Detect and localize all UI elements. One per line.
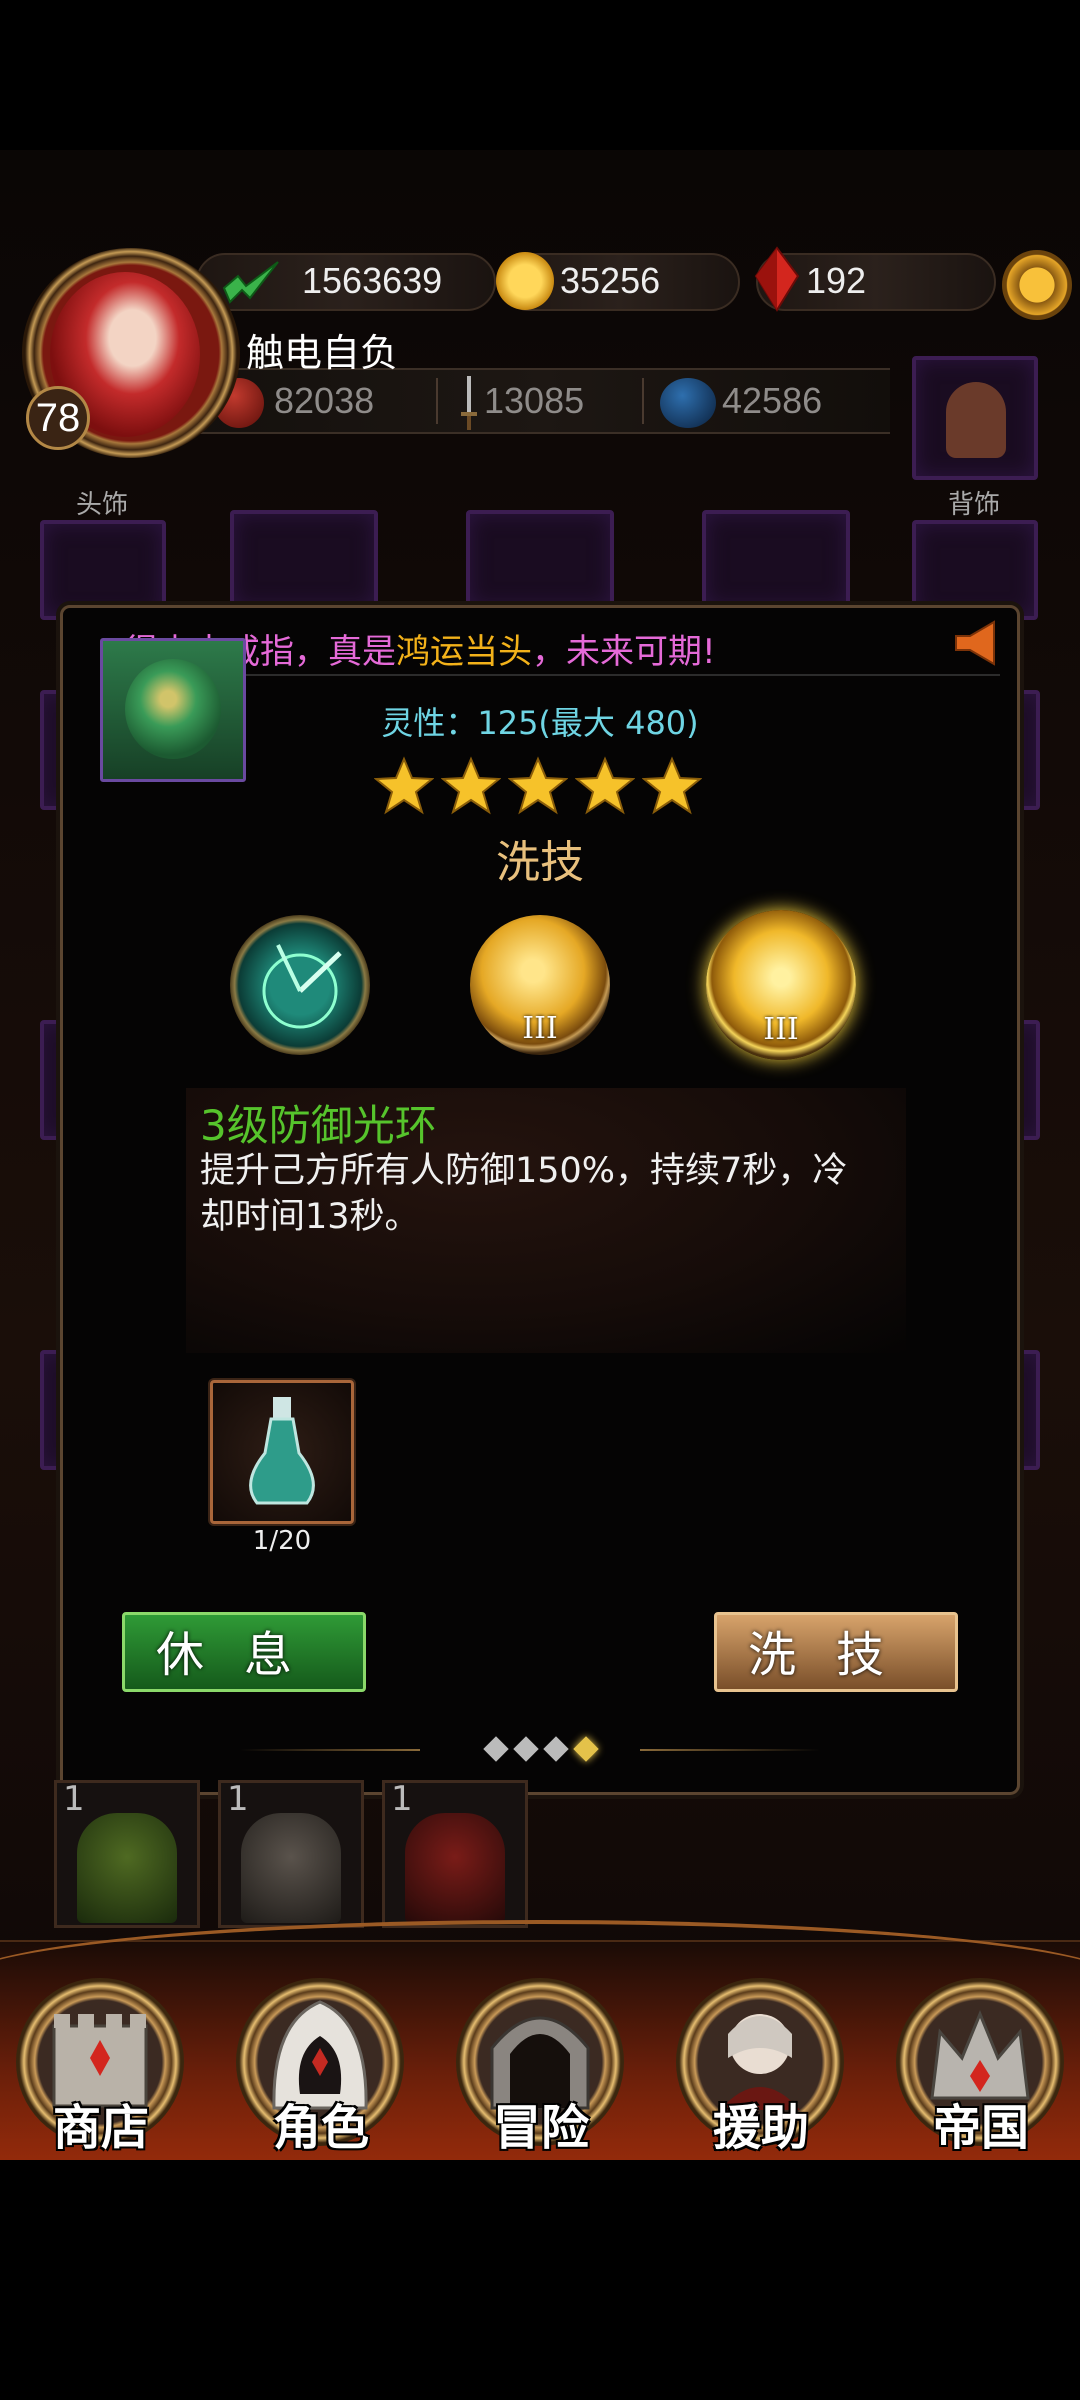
player-name: 触电自负: [246, 331, 399, 375]
ticker-text: ，未来可期!: [532, 632, 716, 672]
power-icon: [222, 261, 279, 304]
support-nav-label: 援助: [712, 2100, 809, 2156]
card-count: 1: [63, 1779, 85, 1819]
cloak-icon: [946, 382, 1006, 458]
hero-portrait: [77, 1813, 177, 1923]
radar-skill-glyph: [262, 944, 342, 1029]
stat-divider: [642, 378, 644, 424]
stat-divider: [436, 378, 438, 424]
mana-value: 42586: [722, 380, 823, 421]
skill-description: 提升己方所有人防御150%，持续7秒，冷却时间13秒。: [200, 1151, 848, 1237]
hero-portrait: [405, 1813, 505, 1923]
star-rating: [372, 756, 708, 820]
gem-value: 192: [806, 260, 867, 301]
equipment-slot[interactable]: [702, 510, 850, 610]
defense-aura-skill-icon[interactable]: III: [706, 910, 856, 1060]
power-value: 1563639: [302, 260, 443, 301]
hero-card[interactable]: 1: [218, 1779, 364, 1928]
radar-skill-icon[interactable]: [230, 915, 370, 1055]
page-dot[interactable]: [513, 1736, 539, 1762]
hero-card[interactable]: 1: [382, 1779, 528, 1928]
hero-card[interactable]: 1: [54, 1779, 200, 1928]
star-icon: [441, 756, 501, 815]
red-gem-icon: [754, 246, 800, 312]
potion-count: 1/20: [252, 1526, 312, 1556]
page-dot[interactable]: [543, 1736, 569, 1762]
card-count: 1: [391, 1779, 413, 1819]
settings-gear-icon[interactable]: [1002, 250, 1072, 320]
character-nav-label: 角色: [272, 2100, 369, 2156]
pager-line: [240, 1749, 420, 1751]
level-badge: 78: [26, 386, 90, 450]
star-icon: [575, 756, 635, 815]
gold-value: 35256: [560, 260, 661, 301]
star-icon: [374, 756, 434, 815]
spirit-text: 灵性：125(最大 480): [381, 704, 699, 742]
wash-skill-button[interactable]: 洗技: [714, 1612, 958, 1692]
sword-slash-skill-icon[interactable]: III: [470, 915, 610, 1055]
attack-value: 13085: [484, 380, 585, 421]
skill-level: III: [763, 1012, 799, 1047]
mana-icon: [660, 378, 716, 428]
equipment-slot[interactable]: [230, 510, 378, 610]
sword-icon: [461, 376, 477, 430]
speaker-icon[interactable]: [950, 618, 1004, 668]
equipment-slot[interactable]: [466, 510, 614, 610]
skill-level: III: [522, 1011, 558, 1046]
potion-slot[interactable]: [210, 1380, 354, 1524]
gold-coin-icon: [496, 252, 554, 310]
pager-line: [640, 1749, 820, 1751]
hero-portrait: [241, 1813, 341, 1923]
shop-nav-label: 商店: [52, 2100, 149, 2156]
section-title: 洗技: [496, 837, 584, 888]
potion-icon: [249, 1397, 315, 1505]
rest-button[interactable]: 休息: [122, 1612, 366, 1692]
star-icon: [642, 756, 702, 815]
game-screen: { "header": { "level": "78", "player_nam…: [0, 0, 1080, 2400]
empire-nav-label: 帝国: [932, 2100, 1029, 2156]
head-slot-label: 头饰: [76, 490, 129, 520]
page-dot[interactable]: [483, 1736, 509, 1762]
star-icon: [508, 756, 568, 815]
ticker-highlight: 鸿运当头: [396, 632, 532, 672]
page-indicator: [240, 1730, 840, 1770]
back-slot[interactable]: [912, 356, 1038, 480]
skill-name: 3级防御光环: [200, 1101, 437, 1150]
back-slot-label: 背饰: [948, 490, 1001, 520]
adventure-nav-label: 冒险: [492, 2100, 589, 2156]
page-dot-active[interactable]: [573, 1736, 599, 1762]
card-count: 1: [227, 1779, 249, 1819]
food-value: 82038: [274, 380, 375, 421]
